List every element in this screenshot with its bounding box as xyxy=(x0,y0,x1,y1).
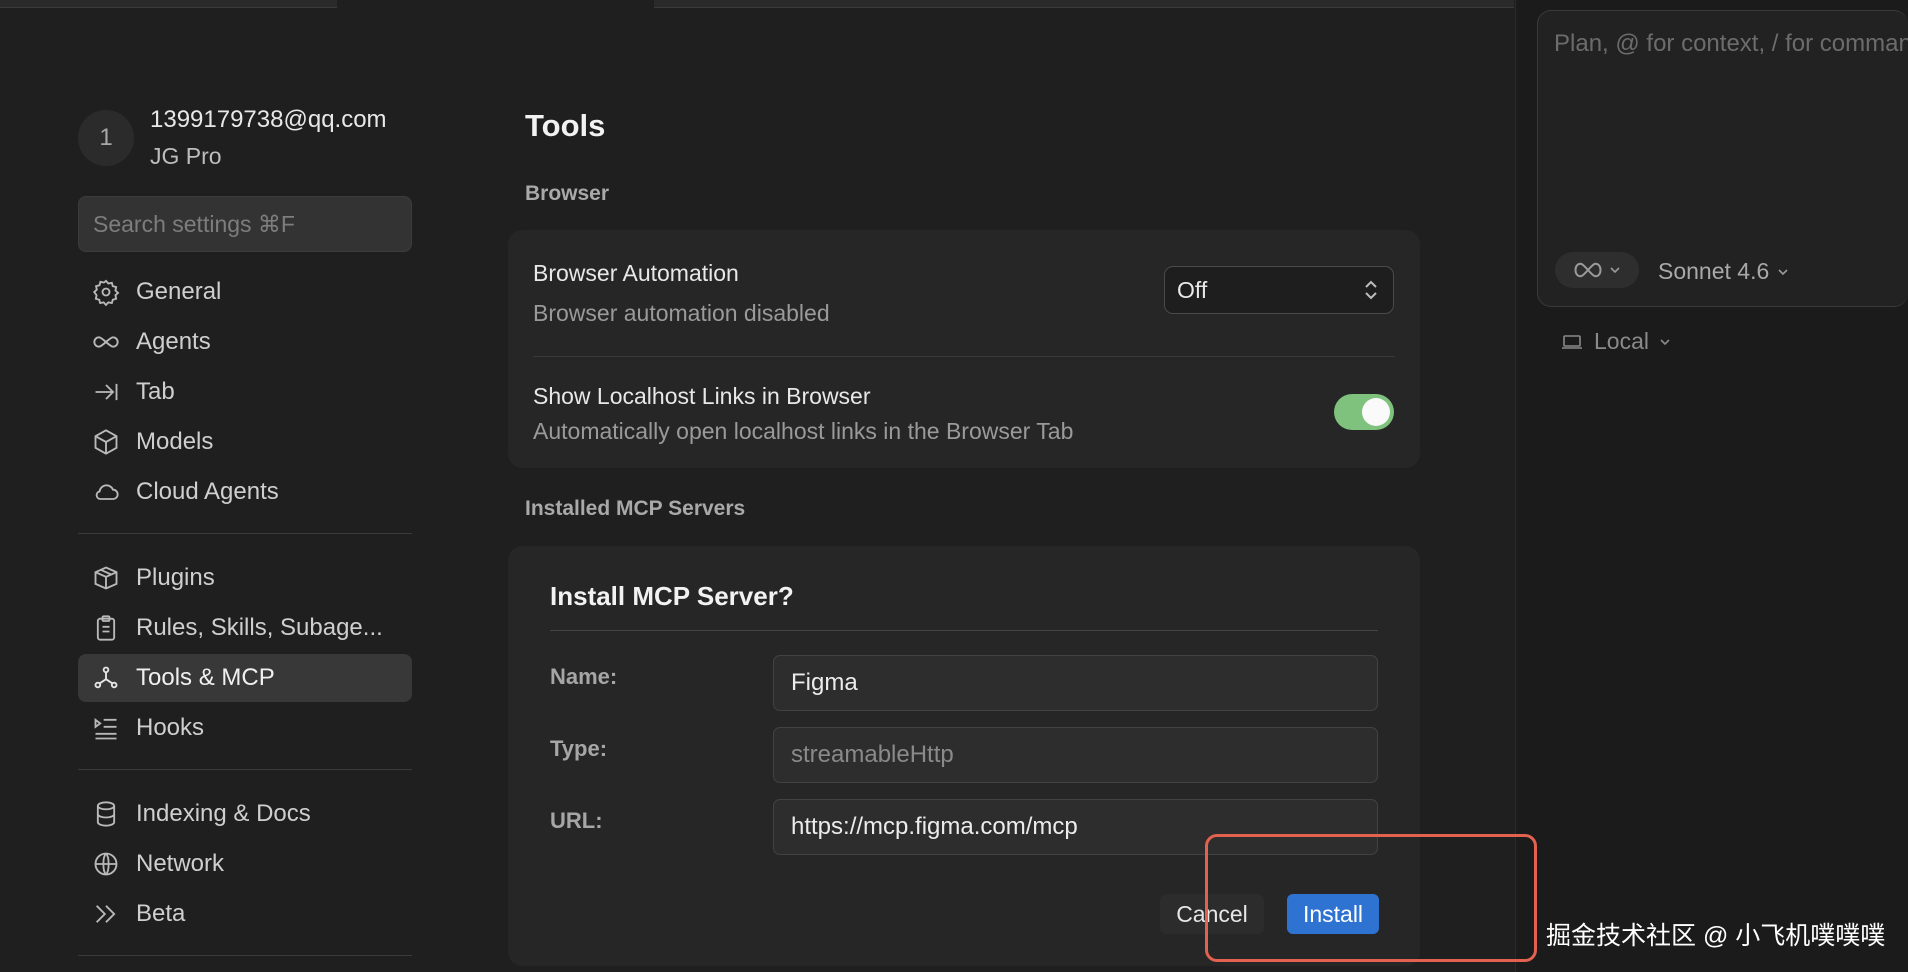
list-indent-icon xyxy=(94,717,117,740)
type-field-value: streamableHttp xyxy=(791,741,954,768)
dialog-title: Install MCP Server? xyxy=(550,581,794,611)
network-nodes-icon xyxy=(94,666,118,689)
gear-icon xyxy=(92,279,120,306)
sidebar-item-label: Indexing & Docs xyxy=(136,800,311,827)
sidebar-item-general[interactable]: General xyxy=(78,268,412,316)
highlight-annotation-box xyxy=(1205,834,1537,962)
sidebar-item-plugins[interactable]: Plugins xyxy=(78,554,412,602)
sidebar-item-label: Tab xyxy=(136,378,175,405)
watermark: 掘金技术社区 @ 小飞机噗噗噗 xyxy=(1546,922,1886,950)
chevron-down-icon xyxy=(1778,268,1788,275)
toggle-knob xyxy=(1362,398,1390,426)
localhost-links-toggle[interactable] xyxy=(1334,394,1394,430)
globe-icon xyxy=(94,852,118,876)
dialog-divider xyxy=(550,630,1378,631)
sidebar-item-label: Hooks xyxy=(136,714,205,741)
sidebar-item-label: Agents xyxy=(136,328,211,355)
package-icon xyxy=(94,566,118,590)
sidebar-item-rules-skills[interactable]: Rules, Skills, Subage... xyxy=(78,604,412,652)
type-field[interactable]: streamableHttp xyxy=(773,727,1378,783)
model-dropdown[interactable]: Sonnet 4.6 xyxy=(1658,258,1789,285)
chevron-down-icon xyxy=(1610,267,1620,274)
name-field-value: Figma xyxy=(791,669,858,696)
sidebar-item-label: General xyxy=(136,278,222,305)
location-dropdown[interactable]: Local xyxy=(1560,328,1671,355)
browser-automation-select[interactable]: Off xyxy=(1164,266,1394,314)
double-chevron-icon xyxy=(96,905,116,923)
url-label: URL: xyxy=(550,808,603,833)
account-plan: JG Pro xyxy=(150,143,222,169)
clipboard-icon xyxy=(96,615,116,641)
sidebar-divider xyxy=(78,533,412,534)
agent-mode-dropdown[interactable] xyxy=(1555,252,1639,288)
top-tab-strip-left xyxy=(0,0,337,8)
model-name: Sonnet 4.6 xyxy=(1658,258,1770,284)
avatar[interactable]: 1 xyxy=(78,110,134,166)
search-placeholder: Search settings ⌘F xyxy=(93,210,295,237)
sidebar-item-label: Models xyxy=(136,428,214,455)
sidebar-item-label: Beta xyxy=(136,900,186,927)
localhost-links-subtitle: Automatically open localhost links in th… xyxy=(533,418,1074,444)
sidebar-item-label: Tools & MCP xyxy=(136,664,275,691)
sidebar-divider xyxy=(78,769,412,770)
name-label: Name: xyxy=(550,664,618,689)
updown-chevron-icon xyxy=(1365,280,1377,300)
database-icon xyxy=(96,801,116,827)
sidebar-item-label: Network xyxy=(136,850,225,877)
account-email: 1399179738@qq.com xyxy=(150,106,387,133)
sidebar-item-hooks[interactable]: Hooks xyxy=(78,704,412,752)
search-settings-input[interactable]: Search settings ⌘F xyxy=(78,196,412,252)
select-value: Off xyxy=(1177,276,1208,303)
section-heading-mcp: Installed MCP Servers xyxy=(525,497,746,520)
url-field-value: https://mcp.figma.com/mcp xyxy=(791,813,1078,840)
sidebar-item-models[interactable]: Models xyxy=(78,418,412,466)
name-field[interactable]: Figma xyxy=(773,655,1378,711)
cube-icon xyxy=(94,429,118,455)
infinity-icon xyxy=(1574,262,1602,278)
sidebar-item-beta[interactable]: Beta xyxy=(78,890,412,938)
sidebar-item-agents[interactable]: Agents xyxy=(78,318,412,366)
browser-automation-subtitle: Browser automation disabled xyxy=(533,300,830,326)
sidebar-item-indexing-docs[interactable]: Indexing & Docs xyxy=(78,790,412,838)
location-label: Local xyxy=(1594,328,1649,354)
sidebar-item-tab[interactable]: Tab xyxy=(78,368,412,416)
laptop-icon xyxy=(1562,334,1582,349)
sidebar-item-label: Cloud Agents xyxy=(136,478,279,505)
sidebar-item-network[interactable]: Network xyxy=(78,840,412,888)
page-title: Tools xyxy=(525,108,606,143)
sidebar-item-label: Rules, Skills, Subage... xyxy=(136,614,383,641)
section-heading-browser: Browser xyxy=(525,182,610,205)
avatar-initial: 1 xyxy=(99,124,113,151)
sidebar-divider xyxy=(78,955,412,956)
cloud-icon xyxy=(95,484,119,500)
arrow-to-line-icon xyxy=(95,383,118,401)
sidebar-item-label: Plugins xyxy=(136,564,215,591)
localhost-links-title: Show Localhost Links in Browser xyxy=(533,383,871,409)
infinity-icon xyxy=(93,336,119,348)
browser-automation-title: Browser Automation xyxy=(533,260,739,286)
type-label: Type: xyxy=(550,736,608,761)
sidebar-item-tools-mcp[interactable]: Tools & MCP xyxy=(78,654,412,702)
chevron-down-icon xyxy=(1660,338,1670,345)
sidebar-item-cloud-agents[interactable]: Cloud Agents xyxy=(78,468,412,516)
top-tab-strip-middle xyxy=(654,0,1514,8)
composer-placeholder: Plan, @ for context, / for commands xyxy=(1554,30,1908,57)
card-divider xyxy=(533,356,1395,357)
